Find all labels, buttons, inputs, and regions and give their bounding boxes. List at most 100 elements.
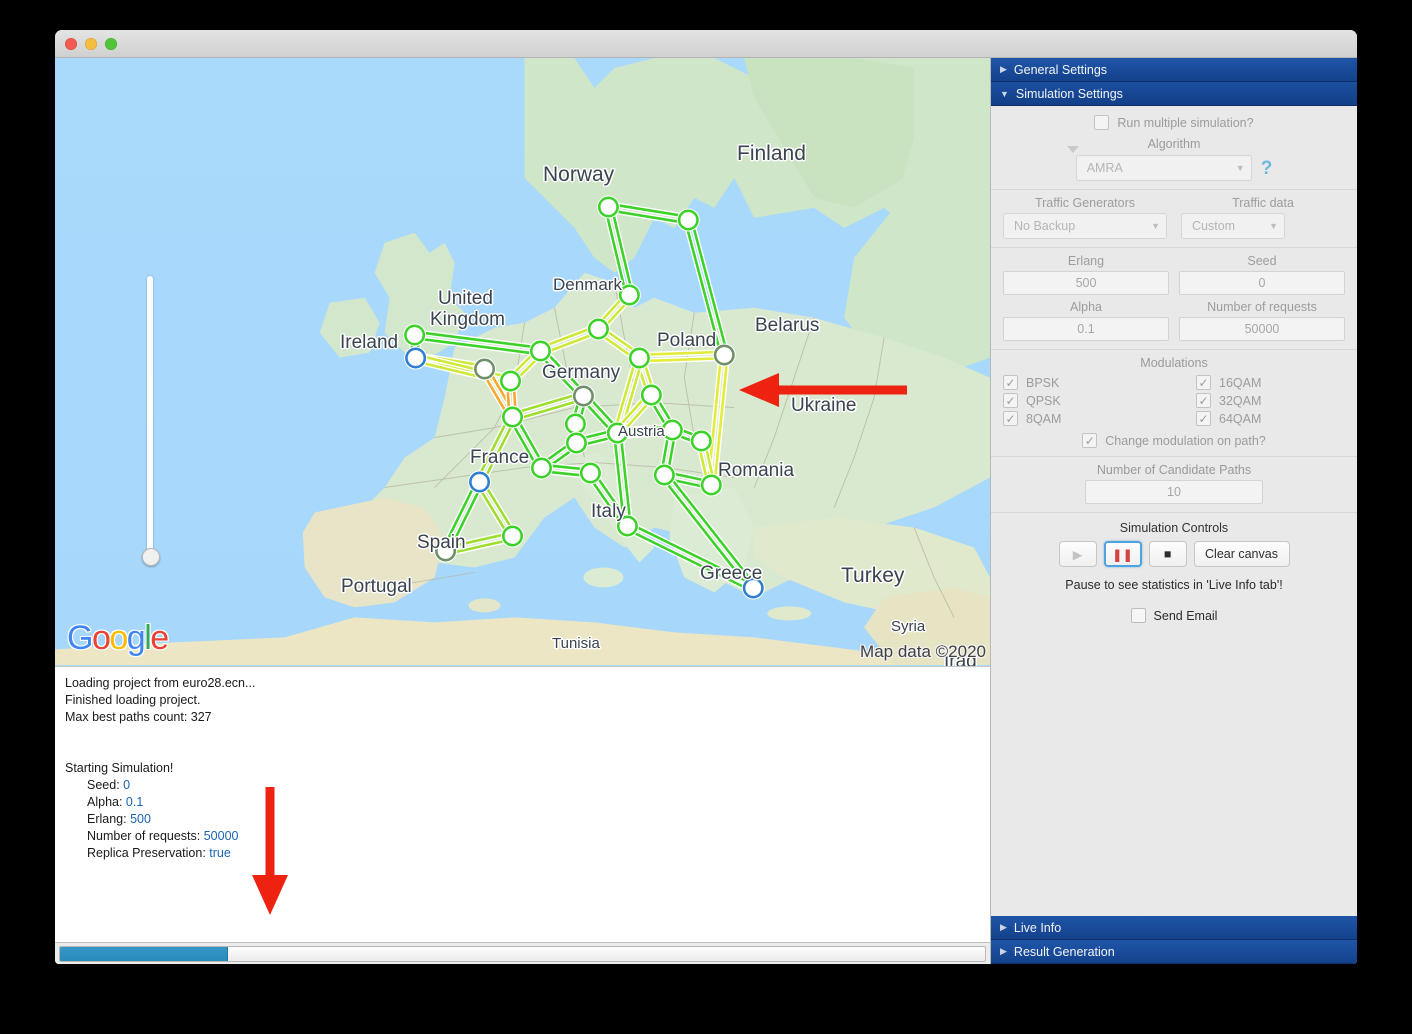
log-line: Max best paths count: 327 (65, 710, 212, 724)
network-node[interactable] (652, 463, 676, 487)
chevron-down-icon: ▼ (1151, 221, 1160, 231)
alpha-label: Alpha (1070, 300, 1102, 314)
network-node[interactable] (501, 405, 524, 429)
clear-canvas-button[interactable]: Clear canvas (1193, 541, 1290, 567)
alpha-input[interactable]: 0.1 (1003, 317, 1169, 341)
log-line-blank (65, 726, 980, 743)
log-value: 0.1 (125, 795, 144, 809)
chevron-down-icon: ▼ (1000, 88, 1009, 99)
network-node[interactable] (501, 524, 524, 548)
network-link (602, 203, 636, 299)
traffic-generators-dropdown[interactable]: No Backup ▼ (1003, 213, 1167, 239)
modulation-checkbox-bpsk[interactable]: ✓ (1003, 375, 1018, 390)
traffic-data-dropdown[interactable]: Custom ▼ (1181, 213, 1285, 239)
network-node[interactable] (529, 456, 553, 480)
alpha-group: Alpha 0.1 (1003, 300, 1169, 341)
zoom-slider-track[interactable] (147, 276, 153, 554)
modulations-label: Modulations (1140, 356, 1208, 370)
network-node[interactable] (689, 429, 713, 453)
change-modulation-checkbox[interactable]: ✓ (1082, 433, 1098, 448)
algorithm-label: Algorithm (1147, 137, 1201, 151)
algorithm-help-icon[interactable]: ? (1261, 159, 1273, 178)
simulation-settings-body: Run multiple simulation? Algorithm AMRA … (991, 106, 1357, 916)
simulation-controls-title: Simulation Controls (1119, 521, 1229, 535)
network-node[interactable] (617, 283, 641, 307)
modulation-checkbox-64qam[interactable]: ✓ (1196, 411, 1211, 426)
send-email-checkbox[interactable] (1130, 608, 1146, 623)
requests-input[interactable]: 50000 (1179, 317, 1345, 341)
network-node[interactable] (404, 346, 428, 370)
modulation-checkbox-32qam[interactable]: ✓ (1196, 393, 1211, 408)
log-value: true (209, 846, 231, 860)
section-header-live-info[interactable]: ▶ Live Info (991, 916, 1357, 940)
network-node[interactable] (571, 384, 595, 408)
network-node[interactable] (434, 539, 458, 563)
modulation-label-64qam: 64QAM (1219, 411, 1262, 426)
parameters-section: Erlang 500 Seed 0 Alpha 0.1 Number of re… (991, 247, 1357, 349)
algorithm-dropdown[interactable]: AMRA ▼ (1066, 146, 1252, 181)
network-node[interactable] (596, 195, 620, 219)
network-node[interactable] (473, 357, 497, 381)
traffic-data-label: Traffic data (1232, 196, 1294, 210)
close-button[interactable] (65, 37, 77, 50)
modulation-row-32qam: ✓ 32QAM (1196, 393, 1345, 408)
modulation-checkbox-8qam[interactable]: ✓ (1003, 411, 1018, 426)
minimize-button[interactable] (85, 37, 97, 50)
seed-input[interactable]: 0 (1179, 271, 1345, 295)
network-node[interactable] (741, 576, 765, 600)
section-label-simulation-settings: Simulation Settings (1015, 86, 1123, 101)
algorithm-section: Run multiple simulation? Algorithm AMRA … (991, 106, 1357, 189)
network-node[interactable] (578, 461, 602, 485)
requests-group: Number of requests 50000 (1179, 300, 1345, 341)
section-header-result-generation[interactable]: ▶ Result Generation (991, 940, 1357, 964)
log-console[interactable]: Loading project from euro28.ecn... Finish… (55, 666, 990, 942)
network-node[interactable] (499, 369, 523, 393)
zoom-slider-handle[interactable] (142, 548, 160, 566)
network-node[interactable] (627, 346, 651, 370)
network-node[interactable] (528, 339, 552, 363)
map-view[interactable]: Finland Norway Denmark Belarus United Kingdom… (55, 58, 990, 666)
section-header-general-settings[interactable]: ▶ General Settings (991, 58, 1357, 82)
candidate-paths-section: Number of Candidate Paths 10 (991, 456, 1357, 512)
window-titlebar (55, 30, 1357, 58)
network-node[interactable] (403, 323, 427, 347)
left-column: Finland Norway Denmark Belarus United Kingdom… (55, 58, 990, 964)
change-modulation-row: ✓ Change modulation on path? (1003, 433, 1345, 448)
zoom-button[interactable] (105, 37, 117, 50)
triangle-marker-icon (1066, 146, 1079, 153)
modulation-checkbox-qpsk[interactable]: ✓ (1003, 393, 1018, 408)
run-multiple-row: Run multiple simulation? (1003, 115, 1345, 130)
network-node[interactable] (639, 383, 663, 407)
log-line: Loading project from euro28.ecn... (65, 676, 256, 690)
network-node[interactable] (586, 317, 610, 341)
network-node[interactable] (676, 208, 700, 232)
map-zoom-slider[interactable] (142, 276, 160, 566)
traffic-generators-value: No Backup (1014, 219, 1076, 233)
candidate-paths-input[interactable]: 10 (1085, 480, 1263, 504)
network-node[interactable] (712, 343, 736, 367)
modulation-checkbox-16qam[interactable]: ✓ (1196, 375, 1211, 390)
modulation-label-32qam: 32QAM (1219, 393, 1262, 408)
network-node[interactable] (564, 431, 588, 455)
pause-button[interactable]: ❚❚ (1103, 541, 1142, 567)
network-node[interactable] (660, 418, 684, 442)
modulation-label-16qam: 16QAM (1219, 375, 1262, 390)
network-node[interactable] (468, 470, 492, 494)
log-line: Number of requests: 50000 (87, 829, 239, 843)
network-node[interactable] (605, 421, 629, 445)
section-label-result-generation: Result Generation (1013, 944, 1115, 959)
run-multiple-checkbox[interactable] (1094, 115, 1110, 130)
stop-button[interactable]: ■ (1148, 541, 1187, 567)
network-node[interactable] (699, 473, 723, 497)
network-node[interactable] (615, 514, 639, 538)
network-link (682, 216, 731, 359)
application-window: Finland Norway Denmark Belarus United Kingdom… (55, 30, 1357, 964)
modulations-section: Modulations ✓ BPSK ✓ QPSK ✓ 8QAM ✓ 16QAM ✓ 32QAM… (991, 349, 1357, 456)
algorithm-row: AMRA ▼ ? (1003, 146, 1345, 181)
erlang-input[interactable]: 500 (1003, 271, 1169, 295)
section-header-simulation-settings[interactable]: ▼ Simulation Settings (991, 82, 1357, 106)
section-label-live-info: Live Info (1013, 920, 1062, 935)
modulations-column-right: ✓ 16QAM ✓ 32QAM ✓ 64QAM (1152, 375, 1345, 426)
play-button[interactable]: ▶ (1058, 541, 1097, 567)
chevron-right-icon: ▶ (1000, 64, 1007, 74)
